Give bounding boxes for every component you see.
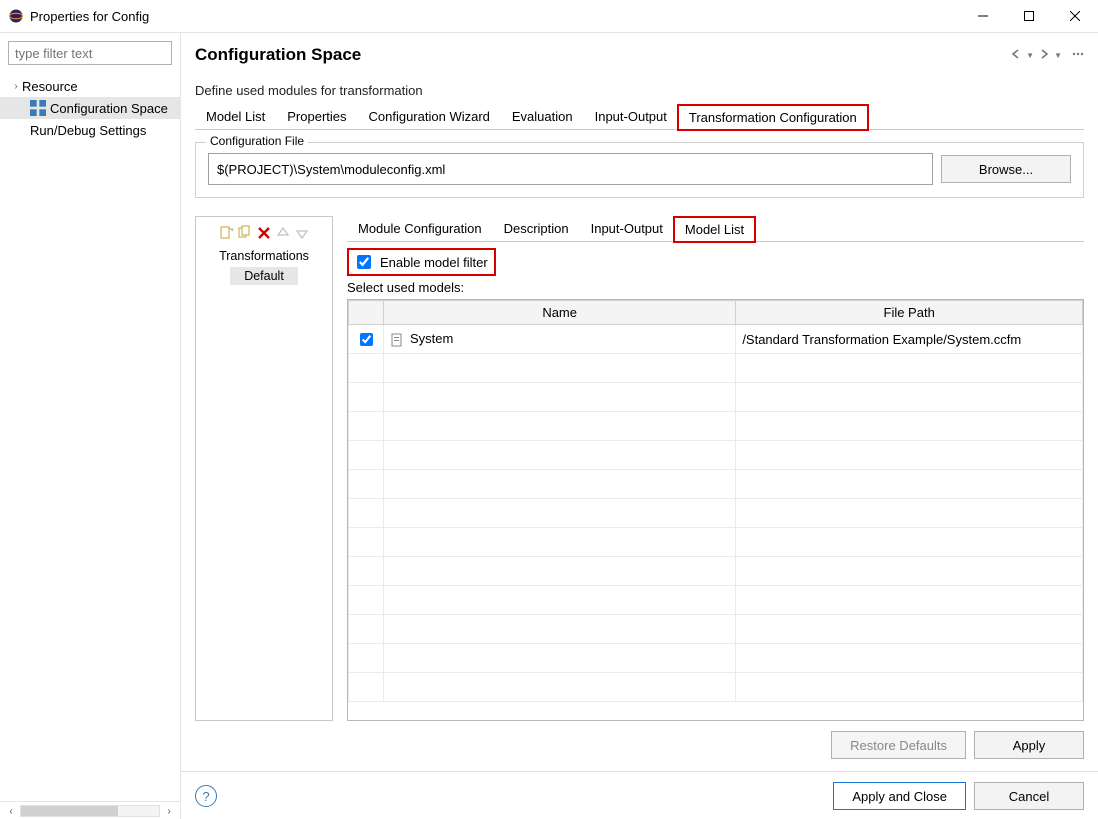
window-title: Properties for Config	[30, 9, 149, 24]
table-row-empty	[349, 499, 1083, 528]
tab-transformation-configuration[interactable]: Transformation Configuration	[678, 105, 868, 130]
eclipse-icon	[8, 8, 24, 24]
copy-icon[interactable]	[237, 225, 253, 241]
tab-properties[interactable]: Properties	[276, 104, 357, 129]
filter-input[interactable]	[8, 41, 172, 65]
models-table: Name File Path System/Standard Transform…	[348, 300, 1083, 702]
table-row-empty	[349, 470, 1083, 499]
tab-evaluation[interactable]: Evaluation	[501, 104, 584, 129]
inner-area: Module Configuration Description Input-O…	[347, 216, 1084, 721]
tree-item-resource[interactable]: › Resource	[0, 75, 180, 97]
help-icon[interactable]: ?	[195, 785, 217, 807]
scroll-right-icon[interactable]: ›	[162, 804, 176, 818]
apply-and-close-button[interactable]: Apply and Close	[833, 782, 966, 810]
row-name-cell: System	[384, 325, 736, 354]
table-row-empty	[349, 673, 1083, 702]
tab-input-output[interactable]: Input-Output	[584, 104, 678, 129]
move-down-icon[interactable]	[294, 225, 310, 241]
inner-tab-description[interactable]: Description	[493, 216, 580, 241]
svg-text:+: +	[230, 227, 234, 234]
header-nav: ▼ ▼	[1010, 48, 1084, 63]
sidebar-horizontal-scrollbar[interactable]: ‹ ›	[0, 801, 180, 819]
scroll-left-icon[interactable]: ‹	[4, 804, 18, 818]
cancel-button[interactable]: Cancel	[974, 782, 1084, 810]
table-row-empty	[349, 644, 1083, 673]
column-file-path[interactable]: File Path	[736, 301, 1083, 325]
property-tree: › Resource Configuration Space Run/Debug…	[0, 73, 180, 801]
row-checkbox[interactable]	[360, 333, 373, 346]
tab-configuration-wizard[interactable]: Configuration Wizard	[358, 104, 501, 129]
table-row-empty	[349, 441, 1083, 470]
table-row-empty	[349, 383, 1083, 412]
grid-icon	[30, 100, 46, 116]
column-checkbox[interactable]	[349, 301, 384, 325]
tree-item-configuration-space[interactable]: Configuration Space	[0, 97, 180, 119]
enable-model-filter-checkbox[interactable]	[357, 255, 371, 269]
title-bar: Properties for Config	[0, 0, 1098, 33]
menu-icon[interactable]	[1072, 48, 1084, 63]
restore-defaults-button[interactable]: Restore Defaults	[831, 731, 966, 759]
tree-item-run-debug[interactable]: Run/Debug Settings	[0, 119, 180, 141]
forward-icon[interactable]	[1038, 48, 1050, 63]
main-panel: Configuration Space ▼ ▼ Define used modu…	[181, 33, 1098, 819]
select-used-models-label: Select used models:	[347, 280, 1084, 295]
footer-apply-row: Restore Defaults Apply	[195, 721, 1084, 771]
dropdown-icon[interactable]: ▼	[1026, 51, 1034, 60]
close-button[interactable]	[1052, 0, 1098, 32]
model-icon	[390, 333, 404, 347]
tree-item-label: Run/Debug Settings	[30, 123, 146, 138]
page-subtitle: Define used modules for transformation	[195, 83, 1084, 98]
table-row-empty	[349, 586, 1083, 615]
maximize-button[interactable]	[1006, 0, 1052, 32]
enable-model-filter-label: Enable model filter	[380, 255, 488, 270]
expander-icon[interactable]: ›	[10, 81, 22, 92]
tab-model-list[interactable]: Model List	[195, 104, 276, 129]
table-row-empty	[349, 354, 1083, 383]
sidebar: › Resource Configuration Space Run/Debug…	[0, 33, 181, 819]
move-up-icon[interactable]	[275, 225, 291, 241]
models-table-wrap: Name File Path System/Standard Transform…	[347, 299, 1084, 721]
inner-tab-model-list[interactable]: Model List	[674, 217, 755, 242]
column-name[interactable]: Name	[384, 301, 736, 325]
table-row-empty	[349, 528, 1083, 557]
configuration-file-input[interactable]	[208, 153, 933, 185]
outer-tabs: Model List Properties Configuration Wiza…	[195, 104, 1084, 130]
scroll-thumb[interactable]	[21, 806, 118, 816]
transformation-item-default[interactable]: Default	[230, 267, 298, 285]
browse-button[interactable]: Browse...	[941, 155, 1071, 183]
configuration-file-group: Configuration File Browse...	[195, 142, 1084, 198]
inner-tab-input-output[interactable]: Input-Output	[580, 216, 674, 241]
inner-tab-module-configuration[interactable]: Module Configuration	[347, 216, 493, 241]
page-title: Configuration Space	[195, 45, 361, 65]
back-icon[interactable]	[1010, 48, 1022, 63]
footer-dialog-row: ? Apply and Close Cancel	[181, 771, 1098, 810]
configuration-file-legend: Configuration File	[206, 134, 308, 148]
new-icon[interactable]: +	[218, 225, 234, 241]
delete-icon[interactable]	[256, 225, 272, 241]
table-row[interactable]: System/Standard Transformation Example/S…	[349, 325, 1083, 354]
tree-item-label: Configuration Space	[50, 101, 168, 116]
minimize-button[interactable]	[960, 0, 1006, 32]
table-row-empty	[349, 615, 1083, 644]
apply-button[interactable]: Apply	[974, 731, 1084, 759]
transformations-panel: + Transformations Default	[195, 216, 333, 721]
transformations-toolbar: +	[202, 225, 326, 241]
table-row-empty	[349, 412, 1083, 441]
row-filepath-cell: /Standard Transformation Example/System.…	[736, 325, 1083, 354]
dropdown-icon[interactable]: ▼	[1054, 51, 1062, 60]
scroll-track[interactable]	[20, 805, 160, 817]
tree-item-label: Resource	[22, 79, 78, 94]
inner-tabs: Module Configuration Description Input-O…	[347, 216, 1084, 242]
table-row-empty	[349, 557, 1083, 586]
enable-model-filter-row: Enable model filter	[347, 248, 496, 276]
transformations-label: Transformations	[202, 249, 326, 263]
